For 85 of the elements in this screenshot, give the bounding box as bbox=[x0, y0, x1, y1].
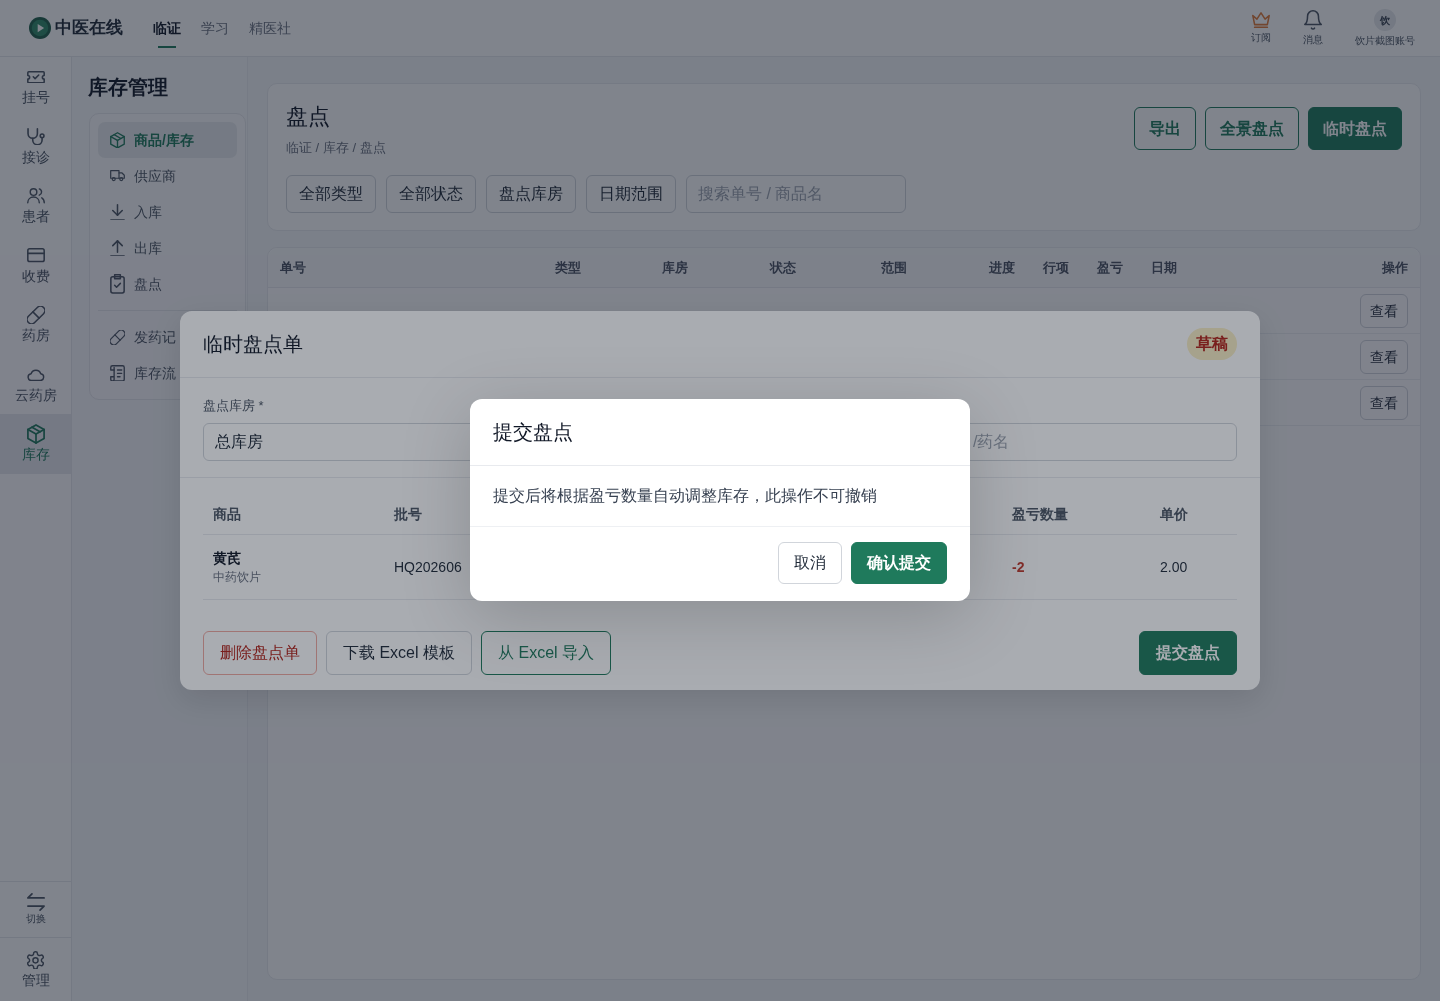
table-cell: HQ202606 bbox=[394, 558, 462, 575]
dialog-title: 提交盘点 bbox=[493, 420, 573, 445]
product-name: 黄芪 bbox=[213, 549, 241, 567]
column-header: 范围 bbox=[881, 258, 908, 277]
sidebar-item[interactable]: 发药记 bbox=[98, 319, 179, 355]
nav-tab[interactable]: 学习 bbox=[201, 18, 229, 48]
rail-item[interactable]: 挂号 bbox=[21, 68, 50, 107]
box-icon bbox=[26, 424, 45, 444]
dialog-message: 提交后将根据盈亏数量自动调整库存，此操作不可撤销 bbox=[493, 486, 877, 506]
view-button[interactable]: 查看 bbox=[1360, 339, 1408, 374]
filter-button[interactable]: 全部状态 bbox=[386, 175, 476, 213]
column-header: 单价 bbox=[1159, 505, 1189, 524]
sidebar-item[interactable]: 入库 bbox=[98, 194, 165, 230]
sidebar-item[interactable]: 供应商 bbox=[98, 158, 179, 194]
product-category: 中药饮片 bbox=[213, 569, 261, 585]
sidebar-item[interactable]: 商品/库存 bbox=[98, 122, 237, 158]
column-header: 盈亏数量 bbox=[1011, 505, 1069, 524]
account-menu[interactable]: 饮 饮片截图账号 bbox=[1355, 9, 1415, 47]
import-button[interactable]: 从 Excel 导入 bbox=[481, 631, 612, 675]
avatar: 饮 bbox=[1374, 9, 1396, 31]
stethoscope-icon bbox=[26, 127, 45, 146]
primary-button[interactable]: 临时盘点 bbox=[1308, 107, 1402, 150]
rail-item[interactable]: 患者 bbox=[21, 187, 50, 226]
rail-item[interactable]: 切换 bbox=[25, 893, 46, 926]
play-logo-icon bbox=[29, 17, 51, 39]
download-button[interactable]: 下载 Excel 模板 bbox=[326, 631, 472, 675]
confirm-button[interactable]: 确认提交 bbox=[851, 542, 947, 584]
column-header: 类型 bbox=[555, 258, 582, 277]
rail-item[interactable]: 库存 bbox=[0, 414, 71, 474]
nav-tab[interactable]: 精医社 bbox=[249, 18, 291, 48]
card-icon bbox=[26, 248, 45, 263]
view-button[interactable]: 查看 bbox=[1360, 385, 1408, 420]
column-header: 行项 bbox=[1043, 258, 1070, 277]
toolbar-item[interactable]: 订阅 bbox=[1251, 11, 1271, 45]
filter-button[interactable]: 全部类型 bbox=[286, 175, 376, 213]
column-header: 库房 bbox=[662, 258, 689, 277]
column-header: 日期 bbox=[1151, 258, 1178, 277]
rail-item[interactable]: 药房 bbox=[21, 306, 50, 345]
delete-button[interactable]: 删除盘点单 bbox=[203, 631, 317, 675]
cancel-button[interactable]: 取消 bbox=[778, 542, 842, 584]
filter-button[interactable]: 日期范围 bbox=[586, 175, 676, 213]
view-button[interactable]: 查看 bbox=[1360, 293, 1408, 328]
sidebar-item[interactable]: 出库 bbox=[98, 230, 165, 266]
truck-icon bbox=[110, 170, 125, 182]
breadcrumb: 临证 / 库存 / 盘点 bbox=[286, 139, 386, 157]
toolbar-item[interactable]: 消息 bbox=[1303, 10, 1323, 46]
submit-button[interactable]: 提交盘点 bbox=[1139, 631, 1237, 675]
outline-button[interactable]: 全景盘点 bbox=[1205, 107, 1299, 150]
page-title: 盘点 bbox=[286, 103, 330, 131]
status-badge: 草稿 bbox=[1187, 328, 1237, 360]
outline-button[interactable]: 导出 bbox=[1134, 107, 1196, 150]
column-header: 操作 bbox=[1381, 258, 1408, 277]
people-icon bbox=[26, 188, 45, 204]
column-header: 状态 bbox=[770, 258, 797, 277]
nav-tab[interactable]: 临证 bbox=[153, 18, 181, 48]
ticket-icon bbox=[26, 70, 45, 84]
settings-icon bbox=[27, 950, 44, 970]
box-icon bbox=[110, 131, 125, 149]
rail-item[interactable]: 云药房 bbox=[14, 365, 57, 405]
cloud-icon bbox=[26, 367, 45, 382]
bell-icon bbox=[1304, 10, 1322, 30]
column-header: 商品 bbox=[212, 505, 242, 524]
clipboard-check-icon bbox=[110, 274, 125, 294]
table-cell: 2.00 bbox=[1160, 558, 1188, 575]
ledger-icon bbox=[110, 364, 125, 382]
upload-icon bbox=[110, 239, 125, 257]
pill-icon bbox=[26, 306, 45, 324]
rail-item[interactable]: 收费 bbox=[21, 246, 50, 286]
column-header: 批号 bbox=[393, 505, 423, 524]
logo-text: 中医在线 bbox=[55, 17, 123, 40]
column-header: 盈亏 bbox=[1097, 258, 1124, 277]
crown-icon bbox=[1252, 11, 1270, 29]
filter-button[interactable]: 盘点库房 bbox=[486, 175, 576, 213]
pill-icon bbox=[110, 329, 125, 345]
sidebar-item[interactable]: 盘点 bbox=[98, 266, 165, 302]
modal-title: 临时盘点单 bbox=[203, 332, 303, 357]
download-icon bbox=[110, 203, 125, 221]
rail-item[interactable]: 管理 bbox=[21, 951, 50, 990]
column-header: 单号 bbox=[280, 258, 307, 277]
column-header: 进度 bbox=[989, 258, 1016, 277]
table-cell: -2 bbox=[1012, 558, 1025, 575]
field-label: 盘点库房 * bbox=[203, 397, 264, 415]
rail-item[interactable]: 接诊 bbox=[21, 127, 50, 167]
sidebar-item[interactable]: 库存流 bbox=[98, 355, 179, 391]
section-title: 库存管理 bbox=[88, 75, 168, 99]
